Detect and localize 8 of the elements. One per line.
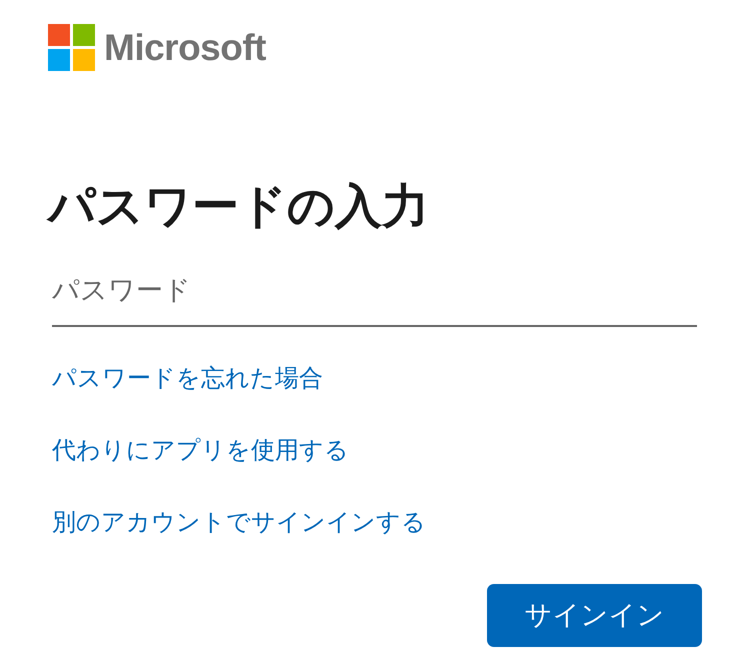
text-link[interactable]: 代わりにアプリを使用する (52, 435, 349, 467)
logo-icon (48, 24, 95, 71)
text-link[interactable]: 別のアカウントでサインインする (52, 507, 426, 539)
page-heading: パスワードの入力 (48, 178, 429, 234)
sign-in-button[interactable]: サインイン (487, 584, 702, 647)
logo-wordmark: Microsoft (104, 26, 266, 70)
password-field[interactable]: パスワード (52, 271, 697, 327)
text-link[interactable]: パスワードを忘れた場合 (52, 363, 323, 395)
